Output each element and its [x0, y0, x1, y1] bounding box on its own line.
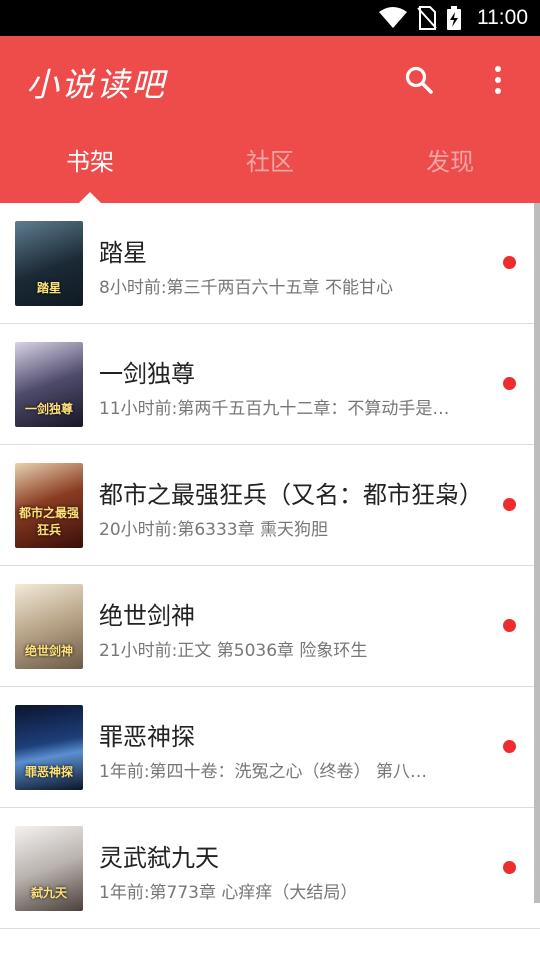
more-vert-icon [495, 66, 501, 94]
book-item[interactable]: 弑九天 灵武弑九天 1年前:第773章 心痒痒（大结局） [0, 808, 540, 929]
book-item[interactable]: 一剑独尊 一剑独尊 11小时前:第两千五百九十二章：不算动手是… [0, 324, 540, 445]
book-title: 一剑独尊 [99, 360, 195, 388]
tab-community-label: 社区 [246, 148, 294, 176]
book-title: 灵武弑九天 [99, 844, 219, 872]
cover-title: 罪恶神探 [24, 765, 73, 779]
book-update: 11小时前:第两千五百九十二章：不算动手是… [99, 399, 450, 419]
status-icons: 11:00 [379, 0, 528, 36]
status-bar: 11:00 [0, 0, 540, 36]
book-title: 绝世剑神 [99, 602, 195, 630]
tab-bar: 书架 社区 发现 [0, 134, 540, 203]
tab-community[interactable]: 社区 [180, 134, 360, 203]
app-title: 小说读吧 [26, 65, 166, 104]
unread-dot [503, 498, 516, 511]
book-cover: 一剑独尊 [15, 342, 83, 427]
book-item[interactable]: 都市之最强狂兵 都市之最强狂兵（又名：都市狂枭） 20小时前:第6333章 熏天… [0, 445, 540, 566]
book-list: 踏星 踏星 8小时前:第三千两百六十五章 不能甘心 一剑独尊 一剑独尊 11小时… [0, 203, 540, 929]
book-title: 罪恶神探 [99, 723, 195, 751]
no-sim-icon [417, 6, 437, 30]
book-title: 踏星 [99, 239, 147, 267]
unread-dot [503, 256, 516, 269]
book-cover: 弑九天 [15, 826, 83, 911]
search-icon [405, 66, 433, 94]
book-cover: 绝世剑神 [15, 584, 83, 669]
unread-dot [503, 740, 516, 753]
book-cover: 踏星 [15, 221, 83, 306]
cover-title: 踏星 [36, 281, 61, 295]
book-item[interactable]: 罪恶神探 罪恶神探 1年前:第四十卷：洗冤之心（终卷） 第八… [0, 687, 540, 808]
tab-bookshelf-label: 书架 [66, 148, 114, 176]
book-title: 都市之最强狂兵（又名：都市狂枭） [99, 481, 483, 509]
status-time: 11:00 [477, 6, 528, 29]
book-update: 20小时前:第6333章 熏天狗胆 [99, 520, 329, 540]
book-update: 1年前:第四十卷：洗冤之心（终卷） 第八… [99, 762, 427, 782]
book-item[interactable]: 踏星 踏星 8小时前:第三千两百六十五章 不能甘心 [0, 203, 540, 324]
app-bar: 小说读吧 书架 社区 发现 [0, 36, 540, 203]
cover-title: 一剑独尊 [24, 402, 73, 416]
tab-bookshelf[interactable]: 书架 [0, 134, 180, 203]
unread-dot [503, 377, 516, 390]
wifi-icon [379, 7, 407, 28]
tab-indicator [79, 192, 101, 203]
tab-discover-label: 发现 [426, 148, 474, 176]
more-options-button[interactable] [478, 60, 518, 100]
cover-title: 弑九天 [30, 886, 67, 900]
tab-discover[interactable]: 发现 [360, 134, 540, 203]
unread-dot [503, 619, 516, 632]
book-update: 1年前:第773章 心痒痒（大结局） [99, 883, 358, 903]
book-update: 21小时前:正文 第5036章 险象环生 [99, 641, 368, 661]
scrollbar[interactable] [534, 203, 540, 903]
unread-dot [503, 861, 516, 874]
book-update: 8小时前:第三千两百六十五章 不能甘心 [99, 278, 393, 298]
battery-charging-icon [447, 6, 461, 30]
search-button[interactable] [399, 60, 439, 100]
book-item[interactable]: 绝世剑神 绝世剑神 21小时前:正文 第5036章 险象环生 [0, 566, 540, 687]
book-cover: 都市之最强狂兵 [15, 463, 83, 548]
cover-title: 都市之最强狂兵 [18, 506, 79, 537]
book-cover: 罪恶神探 [15, 705, 83, 790]
cover-title: 绝世剑神 [24, 644, 73, 658]
